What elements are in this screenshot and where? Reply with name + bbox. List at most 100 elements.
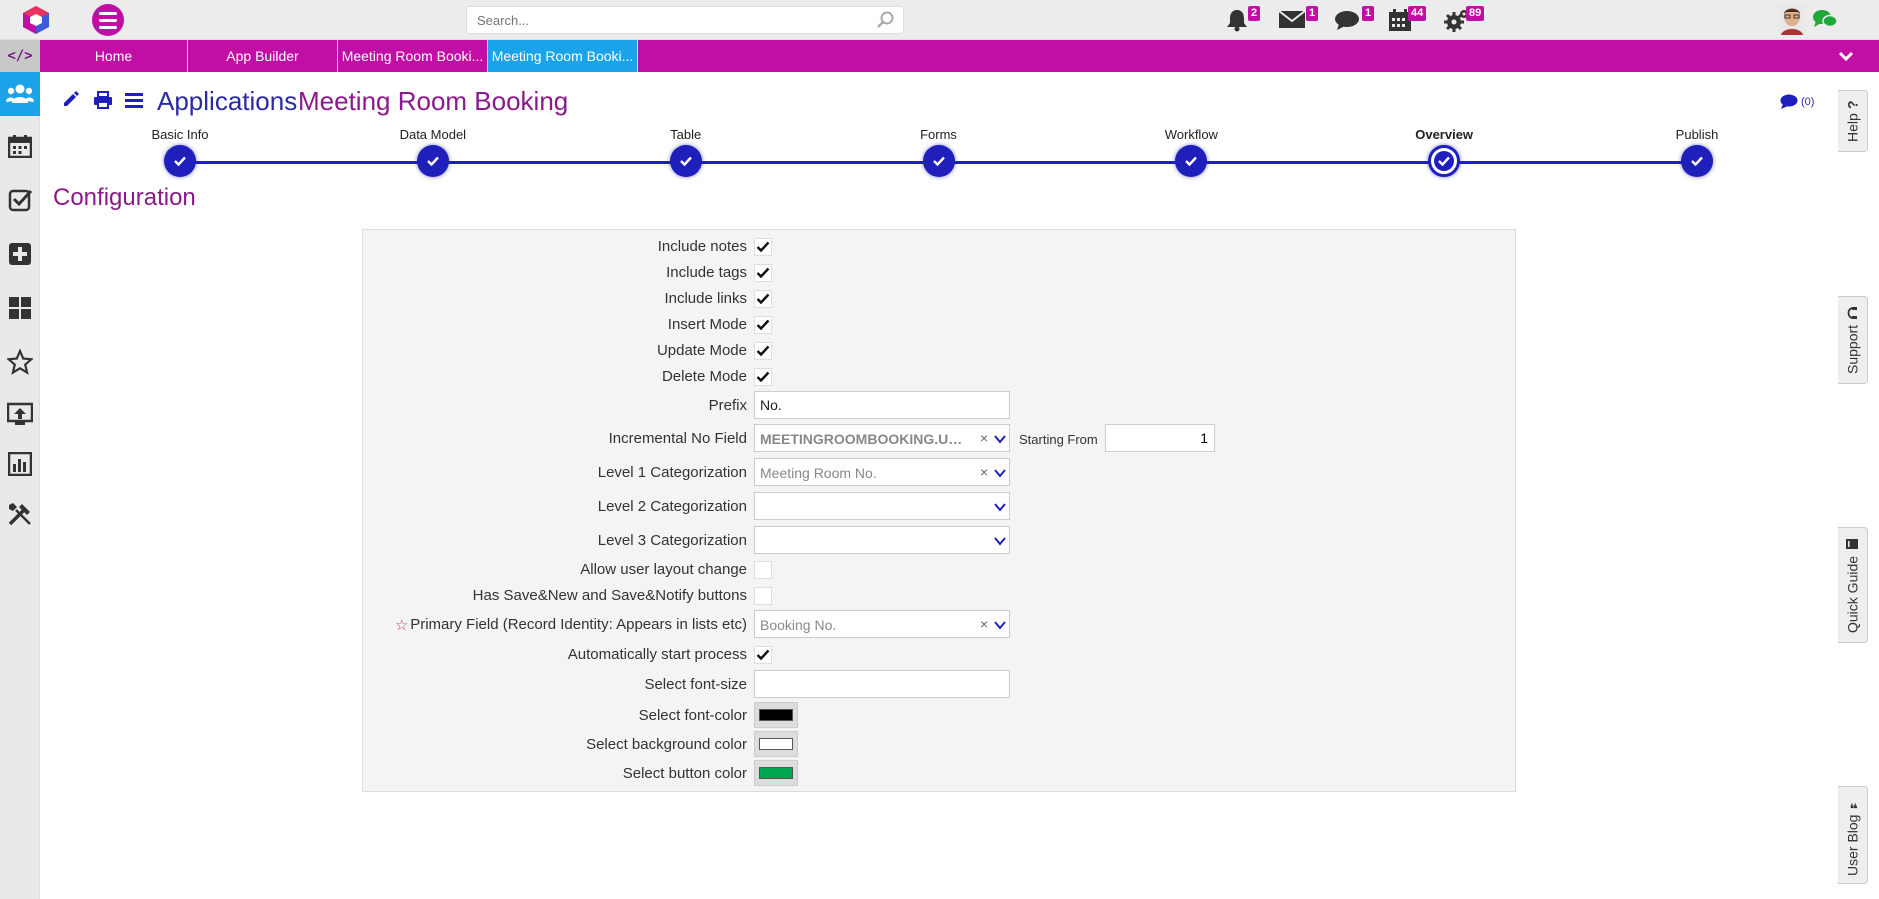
step-check-icon: [922, 145, 955, 177]
tab-meeting-room-booking-2[interactable]: Meeting Room Booki...: [488, 40, 638, 72]
button-color-picker[interactable]: [754, 760, 798, 786]
step-overview[interactable]: Overview: [1384, 127, 1504, 177]
step-forms[interactable]: Forms: [879, 127, 999, 177]
sidebar-item-add[interactable]: [0, 232, 40, 276]
checkmark-icon: [756, 319, 770, 331]
clear-icon[interactable]: ×: [980, 464, 988, 480]
calendar-icon: [8, 135, 32, 158]
user-blog-tab[interactable]: User Blog ❞: [1838, 786, 1868, 884]
include-notes-label: Include notes: [657, 238, 747, 255]
quick-guide-tab[interactable]: Quick Guide: [1838, 527, 1868, 643]
main-menu-button[interactable]: [92, 4, 124, 36]
upload-icon: [7, 402, 33, 425]
step-label: Table: [670, 127, 702, 142]
help-tab-label: Help: [1844, 112, 1861, 142]
sidebar-item-publish[interactable]: [0, 392, 40, 436]
checkmark-icon: [756, 371, 770, 383]
step-basic-info[interactable]: Basic Info: [120, 127, 240, 177]
support-tab-label: Support: [1844, 324, 1861, 374]
insert-mode-checkbox[interactable]: [754, 316, 772, 334]
sidebar-item-tasks[interactable]: [0, 178, 40, 222]
app-logo-icon[interactable]: [20, 4, 52, 36]
include-notes-checkbox[interactable]: [754, 238, 772, 256]
calendar-button[interactable]: 44: [1388, 6, 1427, 34]
step-workflow[interactable]: Workflow: [1131, 127, 1251, 177]
messages-button[interactable]: 1: [1278, 6, 1319, 34]
step-check-icon: [1428, 145, 1461, 177]
level1-label: Level 1 Categorization: [597, 464, 747, 481]
primary-field-select[interactable]: Booking No. ×: [754, 610, 1010, 638]
search-icon[interactable]: [876, 10, 896, 30]
section-title: Configuration: [53, 184, 196, 211]
step-publish[interactable]: Publish: [1637, 127, 1757, 177]
question-icon: ?: [1844, 100, 1861, 109]
configuration-panel: Include notes Include tags Include links…: [362, 229, 1516, 792]
notifications-button[interactable]: 2: [1224, 6, 1261, 34]
live-chat-icon[interactable]: [1812, 8, 1838, 30]
sidebar-item-reports[interactable]: [0, 442, 40, 486]
delete-mode-checkbox[interactable]: [754, 368, 772, 386]
primary-field-row: ☆ Primary Field (Record Identity: Appear…: [363, 609, 1517, 639]
level3-select[interactable]: [754, 526, 1010, 554]
breadcrumb-applications[interactable]: Applications: [157, 86, 297, 117]
level2-select[interactable]: [754, 492, 1010, 520]
font-size-input[interactable]: [754, 670, 1010, 698]
print-icon[interactable]: [93, 90, 113, 110]
list-menu-icon[interactable]: [124, 90, 144, 110]
incremental-no-select[interactable]: MEETINGROOMBOOKING.USR_... ×: [754, 424, 1010, 452]
allow-layout-checkbox[interactable]: [754, 561, 772, 579]
sidebar-item-users[interactable]: [0, 72, 40, 116]
chat-button[interactable]: 1: [1334, 6, 1375, 34]
bg-color-picker[interactable]: [754, 731, 798, 757]
checkmark-icon: [756, 267, 770, 279]
required-star-icon: ☆: [395, 617, 409, 634]
comment-icon: [1780, 94, 1798, 109]
star-icon: [7, 349, 33, 375]
sidebar-item-dashboard[interactable]: [0, 286, 40, 330]
tab-home[interactable]: Home: [40, 40, 188, 72]
font-color-swatch: [759, 709, 793, 721]
starting-from-input[interactable]: [1105, 424, 1215, 452]
auto-start-checkbox[interactable]: [754, 646, 772, 664]
button-color-label: Select button color: [622, 765, 747, 782]
step-label: Basic Info: [151, 127, 209, 142]
save-new-checkbox[interactable]: [754, 587, 772, 605]
font-color-label: Select font-color: [638, 707, 747, 724]
include-tags-checkbox[interactable]: [754, 264, 772, 282]
clear-icon[interactable]: ×: [980, 430, 988, 446]
incremental-no-value: MEETINGROOMBOOKING.USR_...: [760, 431, 970, 447]
level3-row: Level 3 Categorization: [363, 525, 1517, 555]
sidebar-item-tools[interactable]: [0, 492, 40, 536]
sidebar-item-favorites[interactable]: [0, 340, 40, 384]
prefix-input[interactable]: [754, 391, 1010, 419]
developer-code-button[interactable]: </>: [0, 40, 40, 72]
auto-start-row: Automatically start process: [363, 644, 1517, 666]
headset-icon: [1848, 307, 1858, 320]
support-tab[interactable]: Support: [1838, 296, 1868, 384]
tab-meeting-room-booking-1[interactable]: Meeting Room Booki...: [338, 40, 488, 72]
level1-select[interactable]: Meeting Room No. ×: [754, 458, 1010, 486]
primary-field-label: Primary Field (Record Identity: Appears …: [410, 616, 747, 633]
tools-icon: [8, 503, 31, 526]
bell-icon: [1227, 10, 1247, 32]
include-links-row: Include links: [363, 288, 1517, 310]
user-avatar[interactable]: [1779, 5, 1805, 35]
search-input[interactable]: [466, 6, 904, 34]
include-links-checkbox[interactable]: [754, 290, 772, 308]
update-mode-checkbox[interactable]: [754, 342, 772, 360]
tab-app-builder[interactable]: App Builder: [188, 40, 338, 72]
tasks-button[interactable]: 89: [1444, 6, 1485, 34]
level3-label: Level 3 Categorization: [597, 532, 747, 549]
step-data-model[interactable]: Data Model: [373, 127, 493, 177]
update-mode-label: Update Mode: [656, 342, 747, 359]
comments-button[interactable]: (0): [1780, 94, 1814, 109]
step-table[interactable]: Table: [626, 127, 746, 177]
edit-pencil-icon[interactable]: [60, 90, 80, 110]
font-color-picker[interactable]: [754, 702, 798, 728]
chevron-down-icon[interactable]: [1838, 48, 1854, 64]
step-label: Workflow: [1164, 127, 1218, 142]
help-tab[interactable]: Help ?: [1838, 90, 1868, 152]
sidebar-item-calendar[interactable]: [0, 124, 40, 168]
clear-icon[interactable]: ×: [980, 616, 988, 632]
include-tags-label: Include tags: [666, 264, 747, 281]
